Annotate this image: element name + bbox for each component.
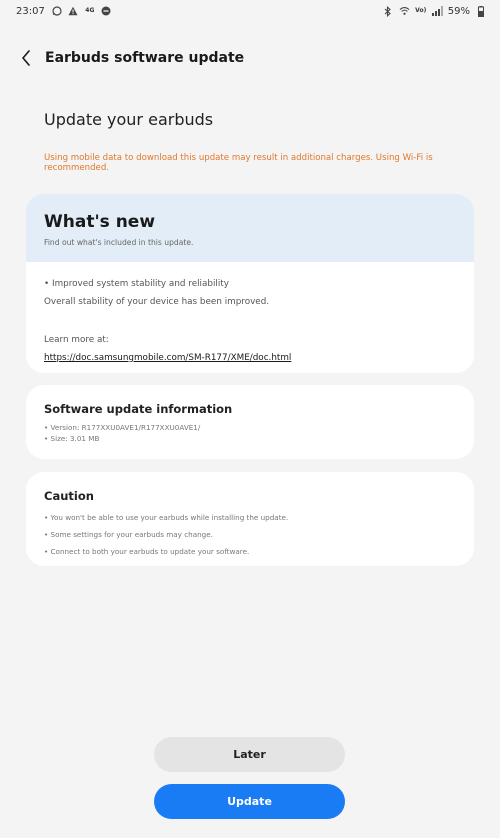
status-bar-left: 23:07 4G <box>16 6 112 17</box>
later-button[interactable]: Later <box>154 737 345 772</box>
caution-card: Caution • You won't be able to use your … <box>26 472 474 566</box>
whats-new-body: • Improved system stability and reliabil… <box>26 262 474 369</box>
minus-circle-icon <box>101 6 112 17</box>
caution-title: Caution <box>44 489 94 503</box>
data-icon: 4G <box>85 7 95 14</box>
caution-item: • Connect to both your earbuds to update… <box>44 547 250 556</box>
mobile-data-warning: Using mobile data to download this updat… <box>44 153 433 173</box>
wifi-icon <box>399 6 410 17</box>
whats-new-line: • Improved system stability and reliabil… <box>44 279 229 289</box>
update-button[interactable]: Update <box>154 784 345 819</box>
status-time: 23:07 <box>16 5 45 17</box>
whats-new-subtitle: Find out what's included in this update. <box>44 238 194 247</box>
section-heading: Update your earbuds <box>44 110 214 129</box>
back-button[interactable] <box>8 40 44 76</box>
software-info-card: Software update information • Version: R… <box>26 385 474 459</box>
whats-new-line: Overall stability of your device has bee… <box>44 297 270 307</box>
signal-icon <box>431 6 443 17</box>
battery-icon <box>475 5 486 17</box>
battery-level: 59% <box>447 5 470 17</box>
software-info-title: Software update information <box>44 402 233 416</box>
page-title: Earbuds software update <box>45 50 245 66</box>
status-bar-right: Vo) 59% <box>383 5 486 17</box>
back-arrow-icon <box>22 50 30 66</box>
volte-icon: Vo) <box>415 7 427 14</box>
bluetooth-icon <box>383 5 394 17</box>
status-bar: 23:07 4G Vo) 59% <box>0 0 500 22</box>
version-text: • Version: R177XXU0AVE1/R177XXU0AVE1/ <box>44 423 201 432</box>
release-notes-link[interactable]: https://doc.samsungmobile.com/SM-R177/XM… <box>44 353 291 363</box>
whats-new-header: What's new Find out what's included in t… <box>26 194 474 262</box>
caution-item: • You won't be able to use your earbuds … <box>44 513 289 522</box>
size-text: • Size: 3.01 MB <box>44 434 100 443</box>
caution-item: • Some settings for your earbuds may cha… <box>44 530 213 539</box>
learn-more-label: Learn more at: <box>44 335 109 345</box>
whats-new-title: What's new <box>44 212 156 232</box>
whatsapp-icon <box>52 6 63 17</box>
alert-icon <box>68 6 79 17</box>
app-bar: Earbuds software update <box>0 40 500 76</box>
whats-new-card: What's new Find out what's included in t… <box>26 194 474 373</box>
